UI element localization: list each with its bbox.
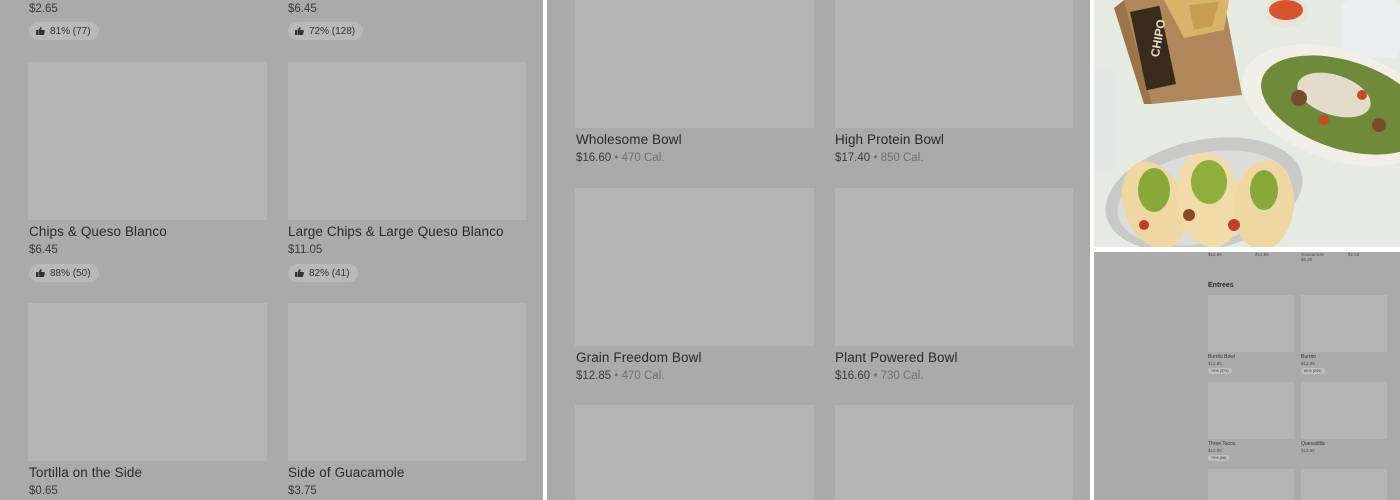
rating-badge: 82% (41)	[288, 264, 358, 282]
rating-badge: 80% (249)	[1301, 368, 1325, 374]
thumbs-up-icon	[295, 269, 304, 277]
item-price: $17.40	[835, 152, 871, 164]
item-price: $6.45	[1301, 257, 1313, 262]
item-price-calories: $16.60 • 470 Cal.	[576, 152, 664, 164]
menu-item-image[interactable]	[575, 188, 814, 346]
separator-dot: •	[614, 152, 619, 164]
item-price: $12.85	[1301, 361, 1315, 366]
rating-badge: 81% (77)	[29, 22, 99, 40]
menu-item-image[interactable]	[835, 405, 1073, 500]
rating-badge: 72% (128)	[288, 22, 364, 40]
menu-item-name[interactable]: High Protein Bowl	[835, 132, 944, 147]
menu-item-image[interactable]	[1301, 295, 1387, 352]
item-price-calories: $12.85 • 470 Cal.	[576, 370, 664, 382]
menu-item-image[interactable]	[288, 62, 526, 220]
item-price-calories: $17.40 • 850 Cal.	[835, 152, 923, 164]
menu-panel-entrees-preview: $12.85 $12.85 Guacamole $2.95 $6.45 Entr…	[1094, 252, 1400, 500]
menu-item-name[interactable]: Quesadilla	[1301, 441, 1325, 447]
menu-item-image[interactable]	[1208, 382, 1294, 439]
separator-dot: •	[873, 152, 878, 164]
rating-text: 81% (77)	[50, 25, 91, 37]
menu-item-name[interactable]: Wholesome Bowl	[576, 132, 682, 147]
item-calories: 730 Cal.	[880, 370, 924, 382]
food-photo: CHIPO	[1094, 0, 1400, 247]
menu-item-image[interactable]	[1301, 469, 1387, 500]
item-price: $12.85	[1208, 252, 1222, 257]
food-photo-illustration: CHIPO	[1094, 0, 1400, 247]
item-price: $6.45	[29, 244, 58, 256]
rating-badge: 88% (50)	[29, 264, 99, 282]
item-price: $2.95	[1348, 252, 1360, 257]
item-price: $2.65	[29, 3, 58, 15]
menu-item-image[interactable]	[575, 405, 814, 500]
item-calories: 850 Cal.	[880, 152, 924, 164]
rating-text: 88% (50)	[50, 267, 91, 279]
item-price-calories: $16.60 • 730 Cal.	[835, 370, 923, 382]
item-price: $0.65	[29, 485, 58, 497]
rating-text: 72% (128)	[309, 25, 356, 37]
separator-dot: •	[614, 370, 619, 382]
menu-panel-lifestyle-bowls: Wholesome Bowl $16.60 • 470 Cal. High Pr…	[547, 0, 1090, 500]
menu-item-name[interactable]: Tortilla on the Side	[29, 465, 142, 480]
menu-item-image[interactable]	[575, 0, 814, 128]
rating-badge: 79% (98)	[1208, 455, 1230, 461]
separator-dot: •	[873, 370, 878, 382]
menu-item-image[interactable]	[835, 188, 1073, 346]
item-price: $12.85	[1208, 448, 1222, 453]
item-price: $16.60	[576, 152, 612, 164]
menu-panel-sides: $2.65 81% (77) $6.45 72% (128) Chips & Q…	[0, 0, 543, 500]
menu-item-image[interactable]	[835, 0, 1073, 128]
item-price: $12.85	[1208, 361, 1222, 366]
item-price: $12.85	[576, 370, 612, 382]
thumbs-up-icon	[36, 269, 45, 277]
menu-item-name[interactable]: Three Tacos	[1208, 441, 1235, 447]
menu-item-image[interactable]	[1301, 382, 1387, 439]
menu-item-name[interactable]: Grain Freedom Bowl	[576, 350, 702, 365]
menu-item-image[interactable]	[288, 303, 526, 461]
menu-item-image[interactable]	[28, 62, 267, 220]
item-price: $12.85	[1255, 252, 1269, 257]
menu-item-image[interactable]	[28, 303, 267, 461]
menu-item-name[interactable]: Burrito	[1301, 354, 1316, 360]
section-heading: Entrees	[1208, 282, 1234, 289]
menu-item-image[interactable]	[1208, 469, 1294, 500]
menu-item-name[interactable]: Plant Powered Bowl	[835, 350, 958, 365]
item-price: $11.05	[288, 244, 323, 256]
item-price: $6.45	[288, 3, 317, 15]
item-price: $13.60	[1301, 448, 1315, 453]
thumbs-up-icon	[295, 27, 304, 35]
item-calories: 470 Cal.	[621, 370, 665, 382]
rating-text: 82% (41)	[309, 267, 350, 279]
menu-item-image[interactable]	[1208, 295, 1294, 352]
menu-item-name[interactable]: Chips & Queso Blanco	[29, 224, 167, 239]
item-price: $16.60	[835, 370, 871, 382]
item-price: $3.75	[288, 485, 317, 497]
item-calories: 470 Cal.	[621, 152, 665, 164]
menu-item-name[interactable]: Large Chips & Large Queso Blanco	[288, 224, 504, 239]
menu-item-name[interactable]: Burrito Bowl	[1208, 354, 1235, 360]
menu-item-name[interactable]: Side of Guacamole	[288, 465, 405, 480]
thumbs-up-icon	[36, 27, 45, 35]
rating-badge: 79% (374)	[1208, 368, 1232, 374]
